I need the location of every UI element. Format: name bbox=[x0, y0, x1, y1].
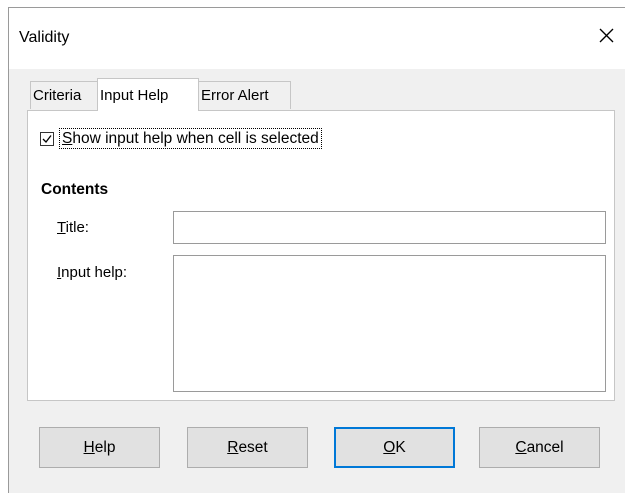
input-help-textarea[interactable] bbox=[173, 255, 606, 392]
ok-button[interactable]: OK bbox=[334, 427, 455, 468]
contents-heading: Contents bbox=[41, 181, 109, 198]
show-input-help-checkbox-row[interactable]: Show input help when cell is selected bbox=[40, 128, 322, 149]
tab-error-alert[interactable]: Error Alert bbox=[198, 81, 291, 109]
cancel-button[interactable]: Cancel bbox=[479, 427, 600, 468]
show-input-help-label: Show input help when cell is selected bbox=[59, 128, 322, 149]
tab-input-help-label: Input Help bbox=[100, 87, 169, 104]
close-button[interactable] bbox=[592, 20, 622, 50]
input-help-label: Input help: bbox=[57, 264, 128, 281]
input-help-panel: Show input help when cell is selected Co… bbox=[27, 110, 615, 401]
help-button[interactable]: Help bbox=[39, 427, 160, 468]
tab-input-help[interactable]: Input Help bbox=[97, 78, 199, 111]
dialog-title: Validity bbox=[19, 29, 70, 46]
show-input-help-checkbox[interactable] bbox=[40, 131, 54, 146]
checkmark-icon bbox=[42, 134, 52, 143]
tab-criteria-label: Criteria bbox=[33, 87, 82, 104]
title-label: Title: bbox=[57, 219, 89, 236]
tab-criteria[interactable]: Criteria bbox=[30, 81, 98, 109]
validity-dialog: Validity Criteria Input Help Error Alert… bbox=[8, 7, 625, 493]
title-input[interactable] bbox=[173, 211, 606, 244]
reset-button[interactable]: Reset bbox=[187, 427, 308, 468]
title-bar: Validity bbox=[9, 8, 625, 69]
close-icon bbox=[599, 28, 614, 43]
tab-error-alert-label: Error Alert bbox=[201, 87, 269, 104]
